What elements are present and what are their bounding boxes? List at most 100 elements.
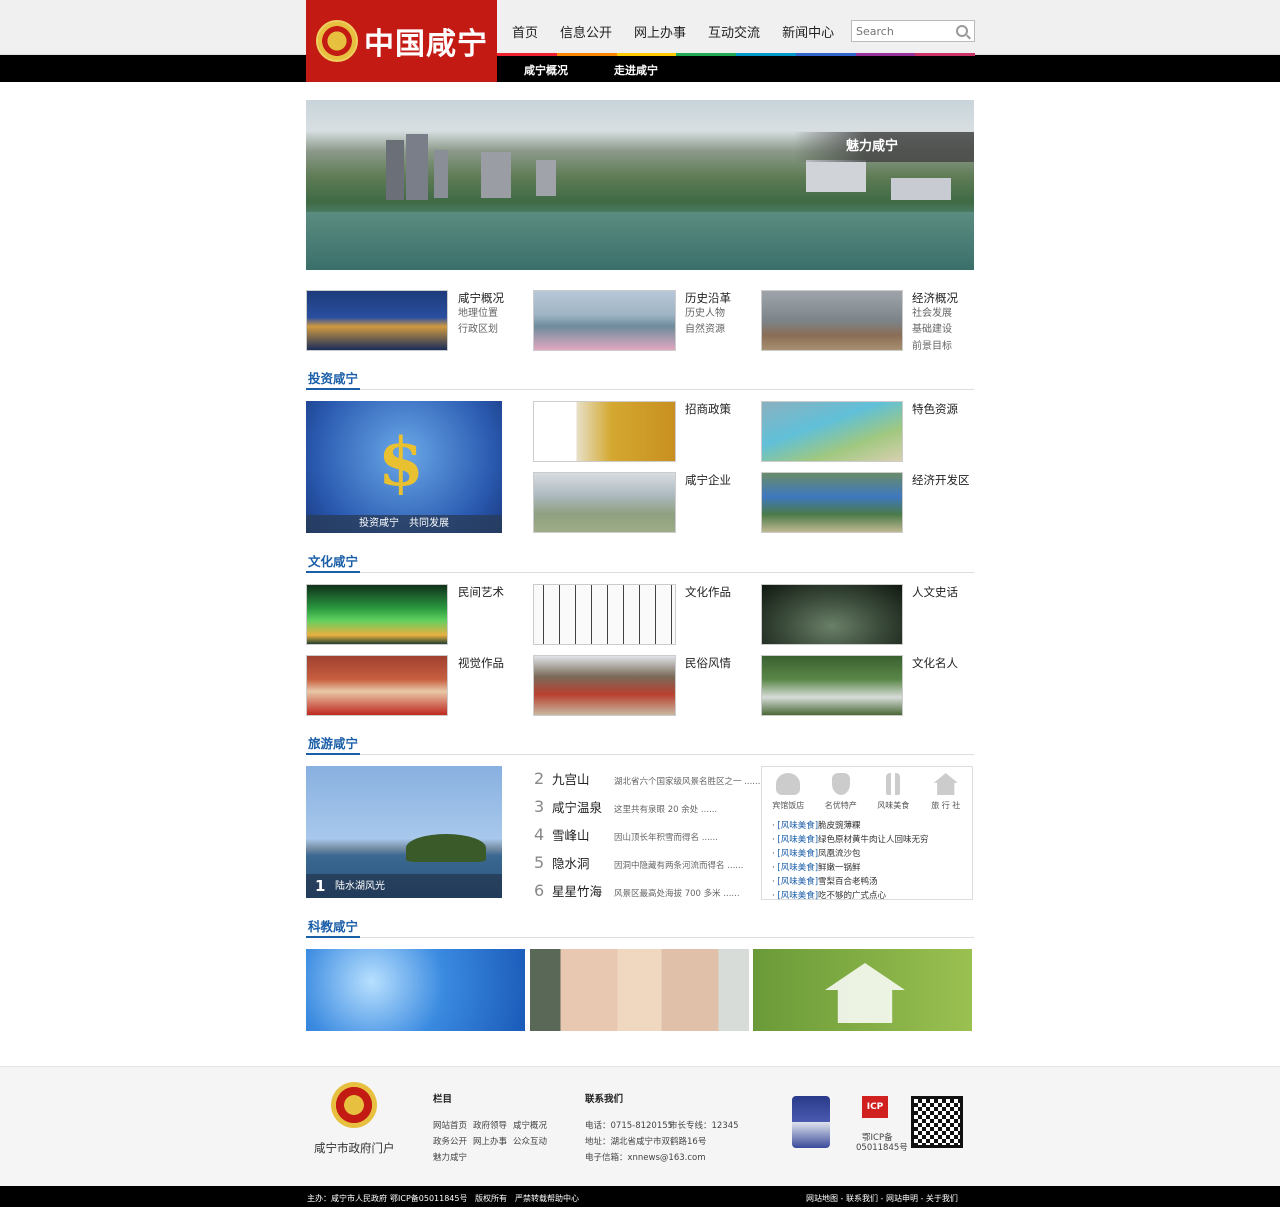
main-nav: 首页 信息公开 网上办事 互动交流 新闻中心 — [512, 22, 856, 41]
culture-title-6[interactable]: 文化名人 — [912, 655, 958, 671]
footer-hotline: 市长专线：12345 — [669, 1121, 739, 1131]
overview-sub-2-1[interactable]: 历史人物 — [685, 306, 725, 323]
search-input[interactable] — [852, 22, 950, 40]
footer-no-repost[interactable]: 严禁转载帮助中心 — [515, 1193, 579, 1204]
culture-title-5[interactable]: 民俗风情 — [685, 655, 731, 671]
culture-thumb-2[interactable] — [533, 584, 676, 645]
science-image-3[interactable] — [753, 949, 972, 1031]
culture-thumb-1[interactable] — [306, 584, 448, 645]
invest-title-3[interactable]: 咸宁企业 — [685, 472, 731, 488]
travel-big-caption: 陆水湖风光 — [335, 881, 385, 892]
invest-thumb-1[interactable] — [533, 401, 676, 462]
section-science: 科教咸宁 — [306, 916, 974, 938]
culture-title-3[interactable]: 人文史话 — [912, 584, 958, 600]
sub-nav-overview[interactable]: 咸宁概况 — [524, 62, 568, 78]
footer-portal-name[interactable]: 咸宁市政府门户 — [314, 1140, 395, 1156]
footer-link-home[interactable]: 网站首页 — [433, 1119, 467, 1131]
overview-thumb-3[interactable] — [761, 290, 903, 351]
footer-link-leaders[interactable]: 政府领导 — [473, 1119, 507, 1131]
food-item[interactable]: · [风味美食]雪梨百合老鸭汤 — [772, 875, 962, 889]
overview-sub-1-1[interactable]: 地理位置 — [458, 306, 498, 323]
culture-title-4[interactable]: 视觉作品 — [458, 655, 504, 671]
overview-sub-3-1[interactable]: 社会发展 — [912, 306, 952, 323]
travel-item-3[interactable]: 4 雪峰山 因山顶长年积雪而得名 ...... — [534, 825, 718, 845]
travel-item-1[interactable]: 2 九宫山 湖北省六个国家级风景名胜区之一 ...... — [534, 769, 760, 789]
travel-item-4[interactable]: 5 隐水洞 因洞中隐藏有两条河流而得名 ...... — [534, 853, 743, 873]
banner-water — [306, 212, 974, 270]
footer-copyright: 版权所有 — [475, 1194, 507, 1203]
sub-nav-visit[interactable]: 走进咸宁 — [614, 62, 658, 78]
food-item[interactable]: · [风味美食]吃不够的广式点心 — [772, 889, 962, 903]
logo-text: 中国咸宁 — [364, 27, 488, 62]
footer-link-public[interactable]: 政务公开 — [433, 1135, 467, 1147]
invest-thumb-4[interactable] — [761, 472, 903, 533]
food-item[interactable]: · [风味美食]脆皮豌薄粿 — [772, 819, 962, 833]
footer-link-overview[interactable]: 咸宁概况 — [513, 1119, 547, 1131]
footer-bottom-links[interactable]: 网站地图 - 联系我们 - 网站申明 - 关于我们 — [806, 1193, 958, 1204]
footer-address: 地址：湖北省咸宁市双鹤路16号 — [585, 1137, 707, 1147]
footer-email[interactable]: 电子信箱：xnnews@163.com — [585, 1151, 706, 1163]
section-travel-title[interactable]: 旅游咸宁 — [306, 733, 361, 755]
tab-hotels[interactable]: 宾馆饭店 — [763, 773, 813, 811]
culture-thumb-3[interactable] — [761, 584, 903, 645]
culture-title-2[interactable]: 文化作品 — [685, 584, 731, 600]
section-science-title[interactable]: 科教咸宁 — [306, 916, 361, 938]
nav-info-public[interactable]: 信息公开 — [560, 22, 612, 41]
overview-sub-3-3[interactable]: 前景目标 — [912, 339, 952, 356]
banner-caption: 魅力咸宁 — [794, 132, 974, 162]
culture-thumb-5[interactable] — [533, 655, 676, 716]
overview-sub-2-2[interactable]: 自然资源 — [685, 322, 725, 339]
tab-food[interactable]: 风味美食 — [868, 773, 918, 811]
science-image-2[interactable] — [530, 949, 749, 1031]
nav-online-service[interactable]: 网上办事 — [634, 22, 686, 41]
police-badge-icon[interactable] — [792, 1096, 830, 1148]
overview-title-3[interactable]: 经济概况 — [912, 290, 958, 306]
section-culture-title[interactable]: 文化咸宁 — [306, 551, 361, 573]
section-invest-title[interactable]: 投资咸宁 — [306, 368, 361, 390]
hero-banner[interactable]: 魅力咸宁 — [306, 100, 974, 270]
tab-specialties[interactable]: 名优特产 — [816, 773, 866, 811]
travel-item-2[interactable]: 3 咸宁温泉 这里共有泉眼 20 余处 ...... — [534, 797, 717, 817]
section-invest: 投资咸宁 — [306, 368, 974, 390]
nav-news-center[interactable]: 新闻中心 — [782, 22, 834, 41]
section-travel: 旅游咸宁 — [306, 733, 974, 755]
travel-big-image[interactable]: 1 陆水湖风光 — [306, 766, 502, 898]
fork-knife-icon — [886, 773, 901, 795]
culture-thumb-6[interactable] — [761, 655, 903, 716]
invest-thumb-3[interactable] — [533, 472, 676, 533]
nav-home[interactable]: 首页 — [512, 22, 538, 41]
invest-title-1[interactable]: 招商政策 — [685, 401, 731, 417]
overview-title-2[interactable]: 历史沿革 — [685, 290, 731, 306]
footer-contact-title: 联系我们 — [585, 1094, 624, 1105]
footer-link-charm[interactable]: 魅力咸宁 — [433, 1151, 467, 1163]
culture-title-1[interactable]: 民间艺术 — [458, 584, 504, 600]
overview-thumb-1[interactable] — [306, 290, 448, 351]
invest-title-4[interactable]: 经济开发区 — [912, 472, 970, 488]
footer-icp-no[interactable]: 05011845号 — [856, 1141, 908, 1153]
food-item[interactable]: · [风味美食]凤凰流沙包 — [772, 847, 962, 861]
overview-title-1[interactable]: 咸宁概况 — [458, 290, 504, 306]
tab-travel-agency[interactable]: 旅 行 社 — [921, 773, 971, 811]
invest-thumb-2[interactable] — [761, 401, 903, 462]
science-image-1[interactable] — [306, 949, 525, 1031]
site-logo[interactable]: 中国咸宁 — [306, 0, 497, 82]
invest-big-image[interactable]: $ 投资咸宁 共同发展 — [306, 401, 502, 533]
footer-icp-record[interactable]: 鄂ICP备05011845号 — [390, 1193, 468, 1204]
overview-sub-3-2[interactable]: 基础建设 — [912, 322, 952, 339]
section-culture: 文化咸宁 — [306, 551, 974, 573]
nav-interaction[interactable]: 互动交流 — [708, 22, 760, 41]
overview-thumb-2[interactable] — [533, 290, 676, 351]
footer-link-service[interactable]: 网上办事 — [473, 1135, 507, 1147]
overview-sub-1-2[interactable]: 行政区划 — [458, 322, 498, 339]
invest-title-2[interactable]: 特色资源 — [912, 401, 958, 417]
invest-big-caption: 投资咸宁 共同发展 — [306, 515, 502, 533]
qr-code-icon[interactable] — [911, 1096, 963, 1148]
footer-link-interact[interactable]: 公众互动 — [513, 1135, 547, 1147]
food-item[interactable]: · [风味美食]绿色原材黄牛肉让人回味无穷 — [772, 833, 962, 847]
food-item[interactable]: · [风味美食]鲜嫩一锅鲜 — [772, 861, 962, 875]
search-icon[interactable] — [956, 25, 968, 37]
food-list: · [风味美食]脆皮豌薄粿 · [风味美食]绿色原材黄牛肉让人回味无穷 · [风… — [762, 811, 972, 903]
search-box — [851, 20, 975, 42]
travel-item-5[interactable]: 6 星星竹海 风景区最高处海拔 700 多米 ...... — [534, 881, 740, 901]
culture-thumb-4[interactable] — [306, 655, 448, 716]
